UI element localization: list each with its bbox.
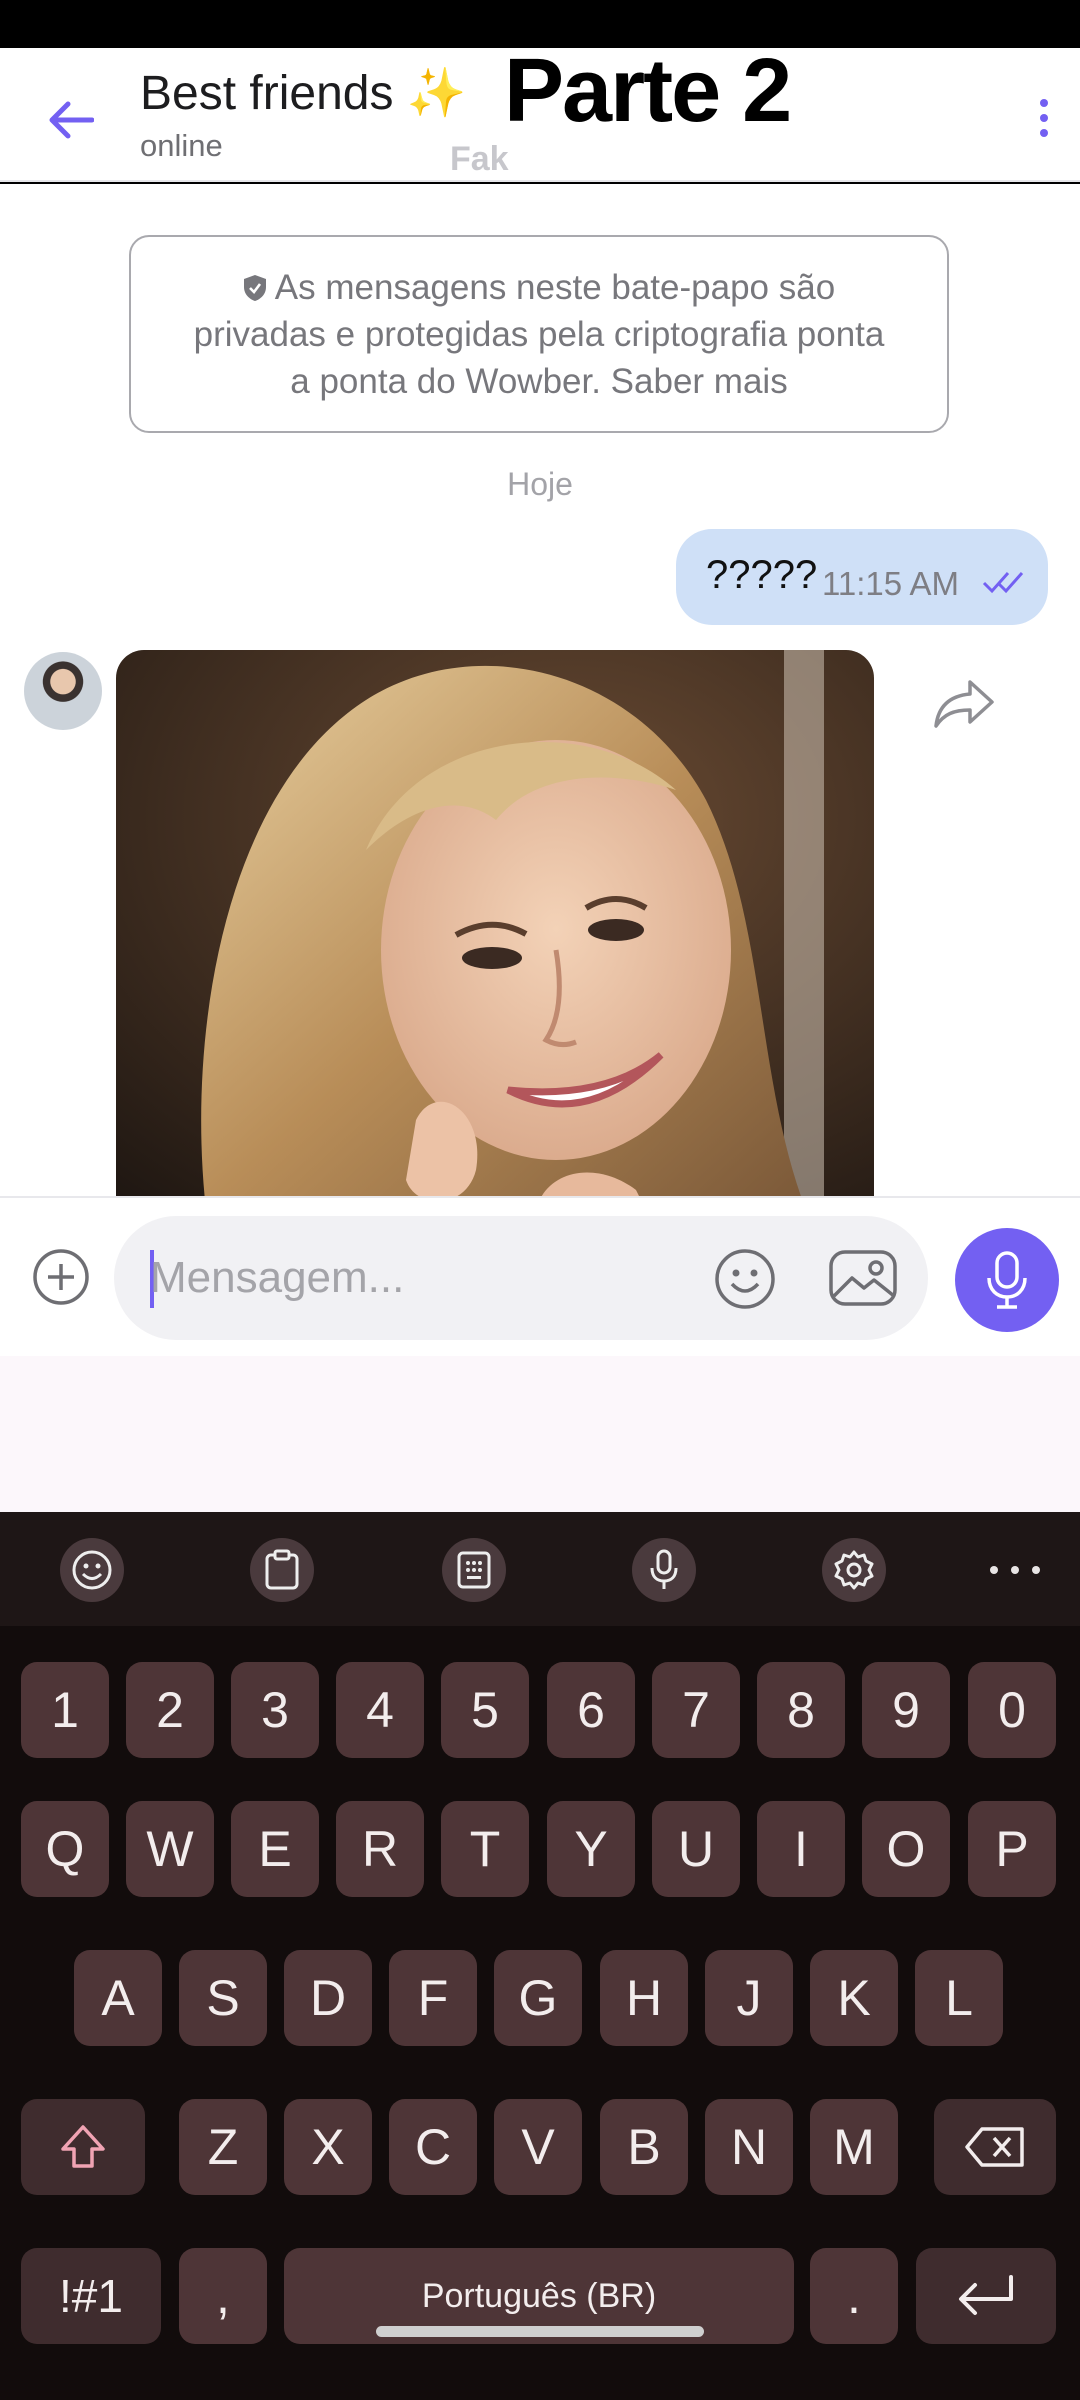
key-a[interactable]: A	[74, 1950, 162, 2046]
clipboard-icon	[265, 1549, 299, 1590]
key-b[interactable]: B	[600, 2099, 688, 2195]
emoji-icon[interactable]	[714, 1248, 776, 1310]
key-7[interactable]: 7	[652, 1662, 740, 1758]
keyboard-toolbar	[0, 1512, 1080, 1626]
period-key[interactable]: .	[810, 2248, 898, 2344]
chat-area: As mensagens neste bate-papo são privada…	[0, 184, 1080, 1196]
shift-key[interactable]	[21, 2099, 145, 2195]
microphone-icon	[987, 1251, 1027, 1309]
encryption-notice-text: As mensagens neste bate-papo são privada…	[181, 264, 897, 405]
keyboard-voice-button[interactable]	[632, 1538, 696, 1602]
key-p[interactable]: P	[968, 1801, 1056, 1897]
key-k[interactable]: K	[810, 1950, 898, 2046]
key-9[interactable]: 9	[862, 1662, 950, 1758]
backspace-key[interactable]	[934, 2099, 1056, 2195]
microphone-icon	[650, 1549, 678, 1589]
keypad-icon	[457, 1551, 491, 1589]
key-l[interactable]: L	[915, 1950, 1003, 2046]
key-z[interactable]: Z	[179, 2099, 267, 2195]
message-composer	[0, 1196, 1080, 1356]
key-5[interactable]: 5	[441, 1662, 529, 1758]
double-check-icon	[982, 572, 1024, 594]
keyboard-keypad-button[interactable]	[442, 1538, 506, 1602]
key-r[interactable]: R	[336, 1801, 424, 1897]
screen: Best friends ✨ online Fak Parte 2 As men…	[0, 0, 1080, 2400]
date-separator: Hoje	[507, 466, 573, 502]
message-input[interactable]	[150, 1246, 670, 1310]
key-o[interactable]: O	[862, 1801, 950, 1897]
outgoing-message-text: ?????	[706, 553, 818, 597]
key-q[interactable]: Q	[21, 1801, 109, 1897]
key-3[interactable]: 3	[231, 1662, 319, 1758]
message-input-container[interactable]	[114, 1216, 928, 1340]
add-attachment-icon[interactable]	[32, 1248, 90, 1306]
navigation-handle[interactable]	[376, 2326, 704, 2337]
comma-key[interactable]: ,	[179, 2248, 267, 2344]
key-w[interactable]: W	[126, 1801, 214, 1897]
message-time: 11:15 AM	[822, 565, 959, 602]
enter-icon	[959, 2275, 1013, 2315]
gallery-icon[interactable]	[828, 1246, 898, 1310]
key-f[interactable]: F	[389, 1950, 477, 2046]
encryption-notice[interactable]: As mensagens neste bate-papo são privada…	[129, 235, 949, 433]
outgoing-message-bubble[interactable]: ????? 11:15 AM	[676, 529, 1048, 625]
key-n[interactable]: N	[705, 2099, 793, 2195]
voice-message-button[interactable]	[955, 1228, 1059, 1332]
key-j[interactable]: J	[705, 1950, 793, 2046]
forward-share-icon[interactable]	[930, 674, 998, 732]
key-6[interactable]: 6	[547, 1662, 635, 1758]
symbols-key[interactable]: !#1	[21, 2248, 161, 2344]
key-2[interactable]: 2	[126, 1662, 214, 1758]
key-m[interactable]: M	[810, 2099, 898, 2195]
key-c[interactable]: C	[389, 2099, 477, 2195]
key-t[interactable]: T	[441, 1801, 529, 1897]
key-u[interactable]: U	[652, 1801, 740, 1897]
key-v[interactable]: V	[494, 2099, 582, 2195]
keyboard-spacer	[0, 1356, 1080, 1512]
key-0[interactable]: 0	[968, 1662, 1056, 1758]
key-y[interactable]: Y	[547, 1801, 635, 1897]
key-1[interactable]: 1	[21, 1662, 109, 1758]
video-overlay-caption: Parte 2	[504, 41, 792, 141]
key-d[interactable]: D	[284, 1950, 372, 2046]
incoming-photo-message[interactable]	[116, 650, 874, 1196]
enter-key[interactable]	[916, 2248, 1056, 2344]
photo-image	[116, 650, 874, 1196]
keyboard-keys: 1 2 3 4 5 6 7 8 9 0 Q W E R T Y U I O P …	[0, 1626, 1080, 2400]
keyboard-settings-button[interactable]	[822, 1538, 886, 1602]
key-i[interactable]: I	[757, 1801, 845, 1897]
arrow-left-icon	[49, 101, 94, 139]
sender-avatar[interactable]	[24, 652, 102, 730]
chat-title[interactable]: Best friends ✨	[140, 64, 467, 121]
keyboard-clipboard-button[interactable]	[250, 1538, 314, 1602]
shield-icon	[243, 274, 266, 301]
ghost-watermark-text: Fak	[450, 140, 509, 178]
more-vertical-icon	[1040, 99, 1048, 107]
key-x[interactable]: X	[284, 2099, 372, 2195]
chat-status: online	[140, 128, 223, 163]
more-horizontal-icon[interactable]	[990, 1542, 1040, 1598]
on-screen-keyboard: 1 2 3 4 5 6 7 8 9 0 Q W E R T Y U I O P …	[0, 1512, 1080, 2400]
backspace-icon	[965, 2127, 1024, 2167]
emoji-icon	[72, 1550, 112, 1590]
more-options-button[interactable]	[1014, 78, 1074, 158]
settings-icon	[834, 1550, 874, 1590]
shift-icon	[61, 2125, 105, 2168]
keyboard-emoji-button[interactable]	[60, 1538, 124, 1602]
key-h[interactable]: H	[600, 1950, 688, 2046]
key-s[interactable]: S	[179, 1950, 267, 2046]
encryption-notice-label: As mensagens neste bate-papo são privada…	[193, 267, 885, 401]
key-8[interactable]: 8	[757, 1662, 845, 1758]
key-4[interactable]: 4	[336, 1662, 424, 1758]
back-button[interactable]	[30, 80, 110, 160]
key-e[interactable]: E	[231, 1801, 319, 1897]
key-g[interactable]: G	[494, 1950, 582, 2046]
